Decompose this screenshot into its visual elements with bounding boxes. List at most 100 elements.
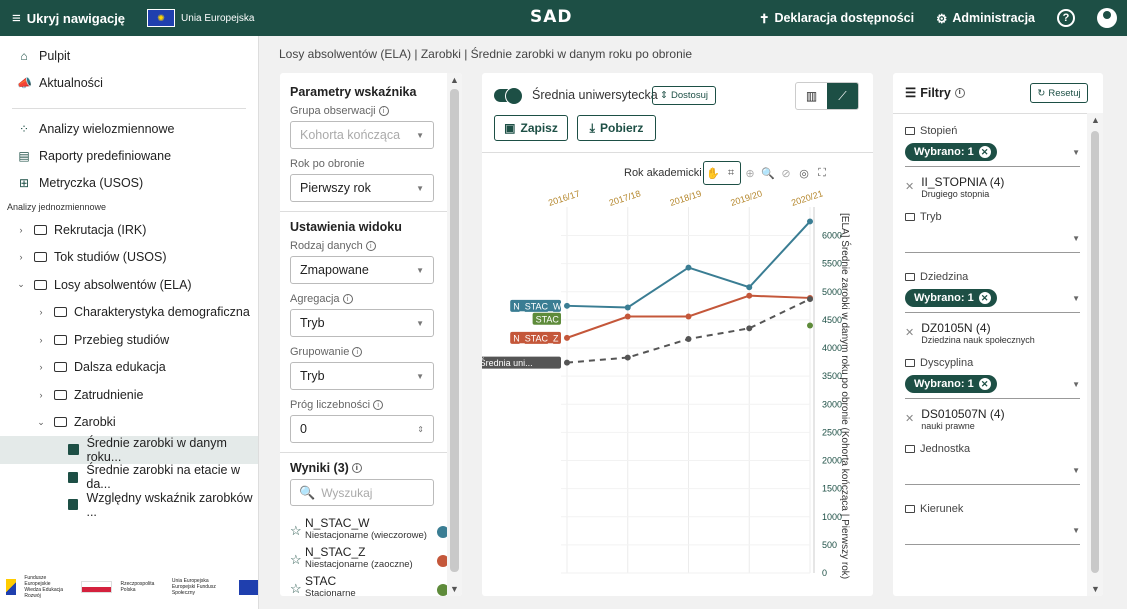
university-average-toggle[interactable] (494, 87, 523, 105)
year-select[interactable]: Pierwszy rok ▼ (290, 174, 434, 202)
result-desc: Niestacjonarne (zaoczne) (305, 559, 413, 570)
tree-item-employment[interactable]: › Zatrudnienie (0, 381, 258, 409)
tree-item-avg-earnings-year[interactable]: Średnie zarobki w danym roku... (0, 436, 258, 464)
filter-select[interactable]: Wybrano: 1 ✕ ▼ (905, 375, 1080, 399)
info-icon[interactable]: i (352, 347, 363, 357)
sidebar-item-multivariate[interactable]: ⁘ Analizy wielozmiennowe (0, 115, 258, 142)
accessibility-link[interactable]: ✝ Deklaracja dostępności (759, 11, 914, 26)
filter-select[interactable]: ▼ (905, 521, 1080, 545)
hide-navigation-button[interactable]: ≡ Ukryj nawigację (12, 10, 125, 27)
aggregation-select[interactable]: Tryb ▼ (290, 309, 434, 337)
grouping-select[interactable]: Tryb ▼ (290, 362, 434, 390)
administration-link[interactable]: ⚙ Administracja (936, 11, 1035, 26)
grouping-value: Tryb (300, 369, 325, 383)
scroll-thumb[interactable] (450, 89, 459, 572)
tree-item-recruitment[interactable]: › Rekrutacja (IRK) (0, 216, 258, 244)
data-point (807, 218, 813, 225)
filter-icon: ☰ (905, 86, 917, 100)
adjust-button[interactable]: ⇕ Dostosuj (652, 86, 716, 105)
zoom-reset-icon[interactable]: ⊘ (777, 162, 795, 184)
data-type-label-text: Rodzaj danych (290, 240, 363, 252)
download-label: Pobierz (599, 121, 644, 135)
selected-chip[interactable]: Wybrano: 1 ✕ (905, 143, 997, 161)
remove-icon[interactable]: ✕ (905, 326, 914, 339)
result-name: STAC (305, 574, 337, 588)
parameters-heading: Parametry wskaźnika (290, 85, 417, 99)
scroll-down-icon[interactable]: ▼ (1091, 584, 1100, 594)
filter-select[interactable]: Wybrano: 1 ✕ ▼ (905, 143, 1080, 167)
scroll-thumb[interactable] (1091, 131, 1099, 573)
star-icon[interactable]: ☆ (290, 523, 305, 539)
line-chart-icon[interactable]: ⟋ (827, 83, 858, 109)
folder-icon (905, 213, 915, 221)
help-icon[interactable]: ? (1057, 9, 1075, 27)
tree-item-earnings[interactable]: ⌄ Zarobki (0, 409, 258, 437)
sidebar-item-news[interactable]: 📣 Aktualności (0, 69, 258, 96)
sidebar-item-dashboard[interactable]: ⌂ Pulpit (0, 42, 258, 69)
user-account-icon[interactable] (1097, 8, 1117, 28)
star-icon[interactable]: ☆ (290, 581, 305, 596)
selected-chip[interactable]: Wybrano: 1 ✕ (905, 289, 997, 307)
y-tick-label: 500 (822, 540, 837, 550)
crop-icon[interactable]: ⌗ (722, 162, 740, 184)
result-item[interactable]: ☆ STAC Stacjonarne (290, 574, 452, 596)
fullscreen-icon[interactable]: ⛶ (813, 162, 831, 184)
target-icon[interactable]: ◎ (795, 162, 813, 184)
remove-icon[interactable]: ✕ (905, 412, 914, 425)
bar-chart-icon[interactable]: ▥ (796, 83, 827, 109)
sidebar-item-reports[interactable]: ▤ Raporty predefiniowane (0, 142, 258, 169)
results-search-input[interactable]: 🔍 Wyszukaj (290, 479, 434, 506)
info-icon[interactable]: i (365, 241, 376, 251)
tree-item-demography[interactable]: › Charakterystyka demograficzna (0, 299, 258, 327)
folder-icon (905, 359, 915, 367)
download-button[interactable]: ⤓ Pobierz (577, 115, 656, 141)
close-icon[interactable]: ✕ (978, 292, 991, 304)
info-icon[interactable]: i (373, 400, 384, 410)
info-icon[interactable]: i (954, 87, 965, 98)
reset-button[interactable]: ↻ Resetuj (1030, 83, 1088, 103)
filter-title: Kierunek (905, 503, 1080, 515)
tree-item-avg-earnings-fulltime[interactable]: Średnie zarobki na etacie w da... (0, 463, 258, 491)
filter-select[interactable]: ▼ (905, 229, 1080, 253)
tree-item-studies[interactable]: › Tok studiów (USOS) (0, 244, 258, 272)
sidebar-item-metrics[interactable]: ⊞ Metryczka (USOS) (0, 169, 258, 196)
result-item[interactable]: ☆ N_STAC_W Niestacjonarne (wieczorowe) (290, 516, 452, 541)
close-icon[interactable]: ✕ (978, 146, 991, 158)
stepper-icon[interactable]: ⇕ (417, 425, 424, 434)
x-tick-label: 2018/19 (669, 188, 703, 208)
save-button[interactable]: ▣ Zapisz (494, 115, 568, 141)
pan-hand-icon[interactable]: ✋ (704, 162, 722, 184)
scroll-up-icon[interactable]: ▲ (450, 75, 459, 85)
filter-select[interactable]: ▼ (905, 461, 1080, 485)
star-icon[interactable]: ☆ (290, 552, 305, 568)
tree-item-graduates[interactable]: ⌄ Losy absolwentów (ELA) (0, 271, 258, 299)
chevron-right-icon: › (19, 224, 23, 235)
selected-chip[interactable]: Wybrano: 1 ✕ (905, 375, 997, 393)
params-scrollbar[interactable]: ▲ ▼ (447, 73, 462, 596)
data-type-select[interactable]: Zmapowane ▼ (290, 256, 434, 284)
info-icon[interactable]: i (378, 106, 389, 116)
filter-select[interactable]: Wybrano: 1 ✕ ▼ (905, 289, 1080, 313)
result-item[interactable]: ☆ N_STAC_Z Niestacjonarne (zaoczne) (290, 545, 452, 570)
zoom-icon[interactable]: 🔍 (759, 162, 777, 184)
info-icon[interactable]: i (342, 294, 353, 304)
tree-item-relative-earnings[interactable]: Względny wskaźnik zarobków ... (0, 491, 258, 519)
close-icon[interactable]: ✕ (978, 378, 991, 390)
data-type-value: Zmapowane (300, 263, 369, 277)
chevron-right-icon: › (39, 334, 43, 345)
fe-label: Fundusze Europejskie Wiedza Edukacja Rozw… (24, 575, 73, 599)
aggregation-value: Tryb (300, 316, 325, 330)
group-select[interactable]: Kohorta kończąca ▼ (290, 121, 434, 149)
info-icon[interactable]: i (351, 463, 362, 473)
app-logo[interactable]: SAD (530, 7, 573, 27)
scroll-down-icon[interactable]: ▼ (450, 584, 459, 594)
remove-icon[interactable]: ✕ (905, 180, 914, 193)
tree-item-study-progress[interactable]: › Przebieg studiów (0, 326, 258, 354)
threshold-input[interactable]: 0 ⇕ (290, 415, 434, 443)
aggregation-label-text: Agregacja (290, 293, 340, 305)
filters-scrollbar[interactable]: ▲ ▼ (1087, 113, 1103, 596)
zoom-in-icon[interactable]: ⊕ (741, 162, 759, 184)
tree-item-further-education[interactable]: › Dalsza edukacja (0, 354, 258, 382)
scroll-up-icon[interactable]: ▲ (1091, 115, 1100, 125)
folder-icon (54, 307, 67, 318)
